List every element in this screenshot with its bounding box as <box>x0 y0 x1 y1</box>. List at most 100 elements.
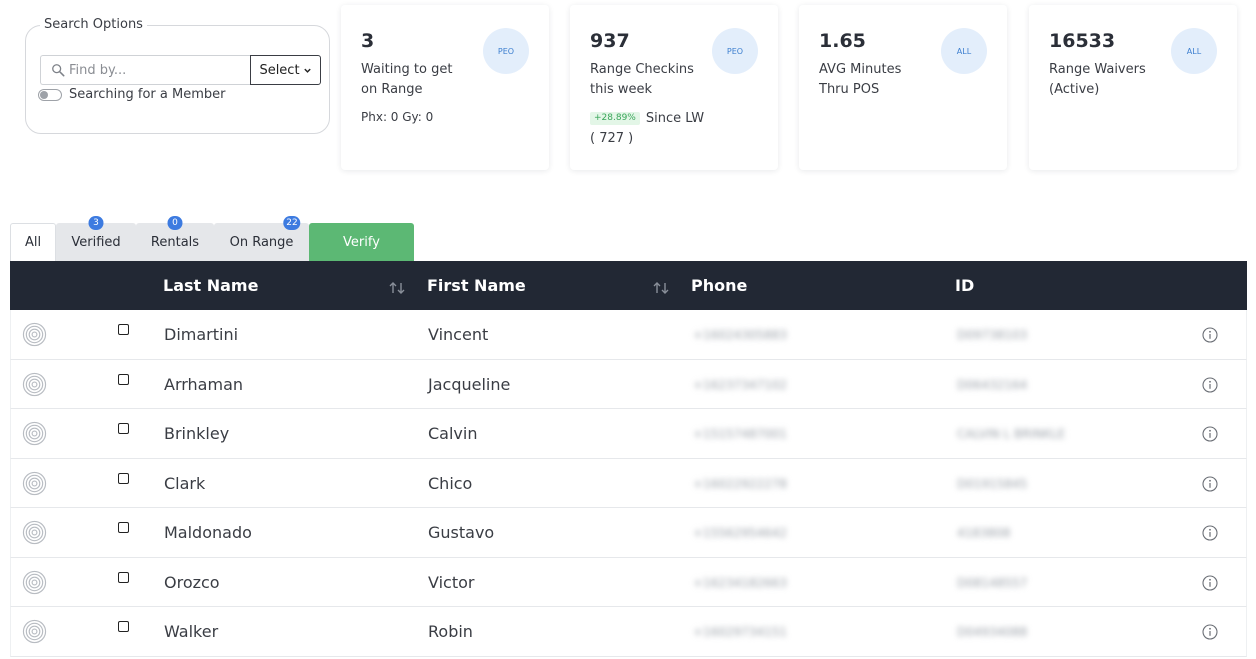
tab-all[interactable]: All <box>10 223 56 261</box>
info-icon[interactable] <box>1202 574 1218 591</box>
row-checkbox[interactable] <box>118 522 129 533</box>
tab-bar: All 3 Verified 0 Rentals 22 On Range Ver… <box>10 216 414 261</box>
stat-card-waiting: 3 Waiting to get on Range PEO Phx: 0 Gy:… <box>341 5 549 170</box>
info-icon[interactable] <box>1202 475 1218 492</box>
table-row[interactable]: Walker Robin +16029734151 D04934088 <box>10 607 1247 657</box>
cell-phone: +16024305883 <box>693 328 788 342</box>
stat-badge: PEO <box>712 28 758 74</box>
row-checkbox[interactable] <box>118 621 129 632</box>
row-checkbox[interactable] <box>118 472 129 484</box>
target-icon <box>22 520 47 545</box>
range-dashboard: Search Options Select Searching for a Me… <box>0 0 1256 659</box>
tab-count-badge: 22 <box>283 216 301 230</box>
info-icon[interactable] <box>1202 376 1218 393</box>
cell-first-name: Vincent <box>428 325 489 344</box>
cell-last-name: Maldonado <box>164 523 252 542</box>
tab-on-range[interactable]: 22 On Range <box>214 216 309 261</box>
stat-badge: ALL <box>1171 28 1217 74</box>
target-icon <box>22 619 47 644</box>
cell-first-name: Gustavo <box>428 523 495 542</box>
cell-last-name: Orozco <box>164 572 220 592</box>
sort-icon[interactable] <box>388 281 406 295</box>
cell-id: D09738103 <box>957 328 1028 342</box>
cell-id: D01915845 <box>957 476 1028 491</box>
info-icon[interactable] <box>1202 426 1218 442</box>
info-icon[interactable] <box>1202 624 1218 640</box>
header-id: ID <box>955 276 975 295</box>
stat-card-checkins: 937 Range Checkins this week PEO +28.89%… <box>570 5 778 170</box>
table-header: Last Name First Name Phone ID <box>10 261 1247 310</box>
row-checkbox[interactable] <box>118 324 129 335</box>
cell-id: D06432164 <box>957 377 1028 392</box>
verify-label: Verify <box>343 234 380 250</box>
search-select-label: Select <box>259 62 300 78</box>
cell-last-name: Clark <box>164 473 206 493</box>
header-phone: Phone <box>691 276 748 295</box>
info-icon[interactable] <box>1202 327 1218 343</box>
cell-last-name: Walker <box>164 622 219 641</box>
row-checkbox[interactable] <box>118 423 129 434</box>
trend-info: +28.89% Since LW ( 727 ) <box>590 109 710 149</box>
search-select-button[interactable]: Select <box>250 55 321 85</box>
table-row[interactable]: Brinkley Calvin +15157487001 CALVIN L BR… <box>10 409 1247 459</box>
target-icon <box>22 471 47 495</box>
table-body: Dimartini Vincent +16024305883 D09738103… <box>10 310 1247 657</box>
tab-label: All <box>24 235 42 250</box>
stat-number: 16533 <box>1049 30 1116 52</box>
search-input[interactable] <box>69 57 250 83</box>
cell-phone: +15562954642 <box>693 526 788 540</box>
stat-label: Waiting to get on Range <box>361 62 453 97</box>
search-options-panel: Search Options Select Searching for a Me… <box>25 17 330 134</box>
cell-first-name: Robin <box>428 622 473 641</box>
cell-phone: +15157487001 <box>693 427 788 441</box>
tab-label: On Range <box>229 234 294 250</box>
sort-icon[interactable] <box>652 281 670 295</box>
tab-label: Rentals <box>150 234 200 250</box>
stat-subtext: Phx: 0 Gy: 0 <box>361 110 434 124</box>
table-row[interactable]: Orozco Victor +16234182663 D08148557 <box>10 557 1247 607</box>
cell-phone: +16237347102 <box>693 377 788 392</box>
toggle-switch[interactable] <box>38 88 62 101</box>
stat-badge: PEO <box>483 28 529 74</box>
cell-last-name: Dimartini <box>164 325 239 344</box>
stat-badge: ALL <box>941 28 987 74</box>
search-icon <box>52 64 65 77</box>
cell-last-name: Brinkley <box>164 424 230 443</box>
search-row: Select <box>40 55 321 85</box>
cell-id: 4183808 <box>957 526 1011 540</box>
header-last-name[interactable]: Last Name <box>163 261 258 310</box>
member-search-toggle[interactable]: Searching for a Member <box>38 87 225 102</box>
stat-card-avg-minutes: 1.65 AVG Minutes Thru POS ALL <box>799 5 1007 170</box>
table-row[interactable]: Dimartini Vincent +16024305883 D09738103 <box>10 310 1247 360</box>
target-icon <box>22 372 47 396</box>
members-table: Last Name First Name Phone ID Dimartini … <box>10 261 1247 657</box>
verify-button[interactable]: Verify <box>309 223 414 261</box>
cell-last-name: Arrhaman <box>164 374 244 394</box>
stat-number: 1.65 <box>819 30 866 52</box>
cell-phone: +16029734151 <box>693 625 788 639</box>
cell-first-name: Chico <box>428 473 473 493</box>
table-row[interactable]: Clark Chico +16022922278 D01915845 <box>10 458 1247 508</box>
stat-label: Range Waivers (Active) <box>1049 62 1146 97</box>
search-input-wrap <box>40 55 250 85</box>
stat-card-waivers: 16533 Range Waivers (Active) ALL <box>1029 5 1237 170</box>
row-checkbox[interactable] <box>118 373 129 385</box>
cell-first-name: Jacqueline <box>428 374 511 394</box>
table-row[interactable]: Maldonado Gustavo +15562954642 4183808 <box>10 508 1247 558</box>
header-first-name[interactable]: First Name <box>427 261 526 310</box>
cell-first-name: Victor <box>428 572 475 592</box>
tab-count-badge: 0 <box>167 216 183 230</box>
row-checkbox[interactable] <box>118 571 129 583</box>
toggle-knob <box>40 90 48 99</box>
tab-label: Verified <box>71 234 121 250</box>
cell-phone: +16234182663 <box>693 575 788 590</box>
table-row[interactable]: Arrhaman Jacqueline +16237347102 D064321… <box>10 359 1247 409</box>
cell-id: D08148557 <box>957 575 1028 590</box>
info-icon[interactable] <box>1202 525 1218 541</box>
target-icon <box>22 421 47 446</box>
tab-rentals[interactable]: 0 Rentals <box>136 216 214 261</box>
tab-verified[interactable]: 3 Verified <box>56 216 136 261</box>
trend-percent-badge: +28.89% <box>590 112 640 125</box>
target-icon <box>22 322 47 347</box>
cell-phone: +16022922278 <box>693 476 788 491</box>
